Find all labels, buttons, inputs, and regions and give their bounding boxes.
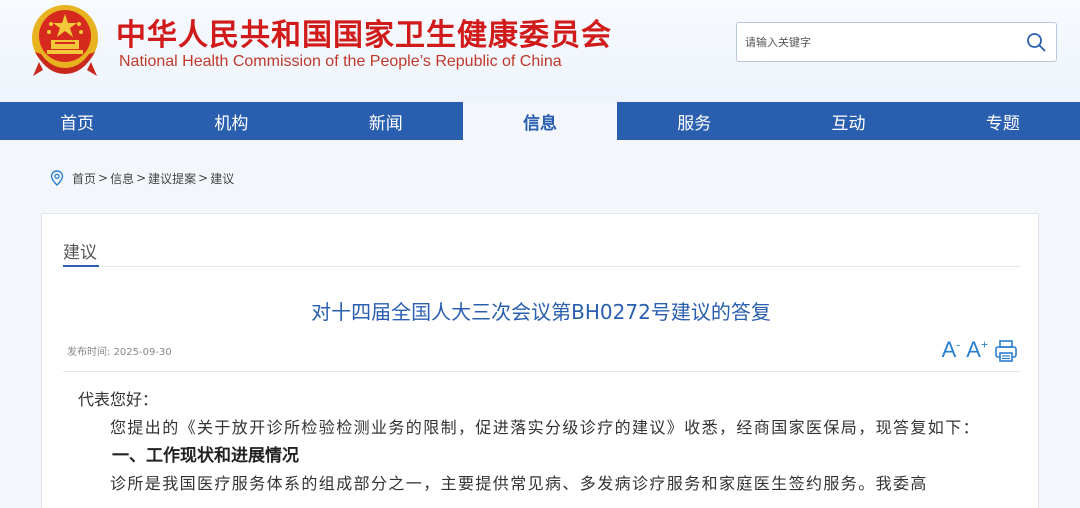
font-increase-label: A — [966, 337, 981, 362]
location-pin-icon — [50, 170, 64, 186]
search-box — [736, 22, 1057, 62]
breadcrumb-home[interactable]: 首页 — [72, 170, 96, 187]
article-paragraph: 您提出的《关于放开诊所检验检测业务的限制，促进落实分级诊疗的建议》收悉，经商国家… — [110, 418, 981, 437]
publish-info: 发布时间: 2025-09-30 — [67, 343, 172, 358]
article-greeting: 代表您好： — [78, 390, 159, 409]
nav-item-services[interactable]: 服务 — [617, 102, 771, 140]
nav-item-news[interactable]: 新闻 — [309, 102, 463, 140]
article-heading: 一、工作现状和进展情况 — [112, 446, 299, 466]
content-panel: 建议 对十四届全国人大三次会议第BH0272号建议的答复 发布时间: 2025-… — [41, 213, 1039, 508]
nav-item-organization[interactable]: 机构 — [154, 102, 308, 140]
nav-item-home[interactable]: 首页 — [0, 102, 154, 140]
breadcrumb: 首页 > 信息 > 建议提案 > 建议 — [50, 168, 234, 188]
national-emblem-icon[interactable] — [27, 2, 103, 78]
section-divider — [63, 265, 1021, 267]
site-title-chinese: 中华人民共和国国家卫生健康委员会 — [116, 18, 612, 53]
nav-item-topics[interactable]: 专题 — [926, 102, 1080, 140]
article-tools: A- A+ — [942, 337, 1018, 363]
main-nav: 首页 机构 新闻 信息 服务 互动 专题 — [0, 102, 1080, 140]
font-decrease-button[interactable]: A- — [942, 337, 961, 363]
breadcrumb-proposals[interactable]: 建议提案 — [148, 170, 196, 187]
publish-date: 2025-09-30 — [113, 347, 172, 358]
site-title-english: National Health Commission of the People… — [119, 53, 562, 70]
print-icon[interactable] — [994, 339, 1018, 363]
publish-label: 发布时间: — [67, 347, 111, 358]
meta-divider — [63, 371, 1021, 372]
breadcrumb-separator: > — [136, 171, 147, 185]
nav-item-information[interactable]: 信息 — [462, 102, 618, 140]
font-increase-button[interactable]: A+ — [966, 337, 988, 363]
breadcrumb-suggestions[interactable]: 建议 — [210, 170, 234, 187]
search-input[interactable] — [745, 31, 1015, 53]
article-title: 对十四届全国人大三次会议第BH0272号建议的答复 — [311, 300, 771, 324]
article-paragraph: 诊所是我国医疗服务体系的组成部分之一，主要提供常见病、多发病诊疗服务和家庭医生签… — [110, 474, 928, 493]
search-icon[interactable] — [1026, 32, 1046, 52]
font-decrease-label: A — [941, 337, 957, 362]
breadcrumb-separator: > — [198, 171, 209, 185]
site-header: 中华人民共和国国家卫生健康委员会 National Health Commiss… — [0, 0, 1080, 102]
article-body: 代表您好： 您提出的《关于放开诊所检验检测业务的限制，促进落实分级诊疗的建议》收… — [78, 386, 1013, 498]
section-title: 建议 — [63, 243, 97, 263]
breadcrumb-separator: > — [98, 171, 109, 185]
nav-item-interaction[interactable]: 互动 — [771, 102, 925, 140]
breadcrumb-information[interactable]: 信息 — [110, 170, 134, 187]
